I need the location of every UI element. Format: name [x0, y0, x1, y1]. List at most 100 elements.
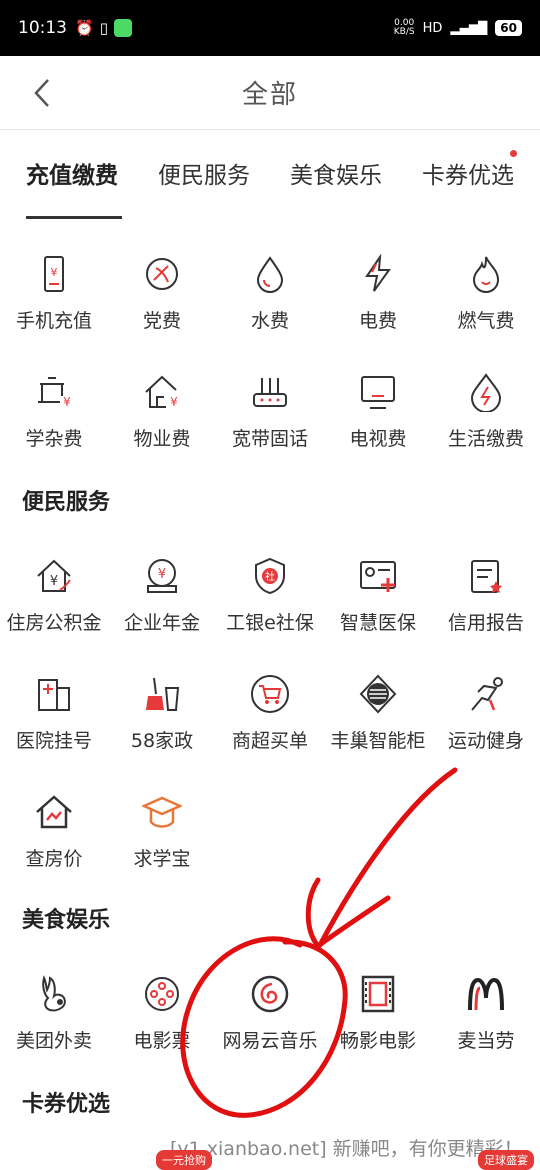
grid-item-label: 住房公积金	[6, 612, 102, 634]
grid-item-social-security[interactable]: 社 工银e社保	[216, 556, 324, 666]
phone-recharge-icon: ¥	[44, 256, 64, 292]
grid-item-meituan[interactable]: 美团外卖	[0, 974, 108, 1084]
wechat-icon	[113, 19, 132, 37]
grid-item-label: 58家政	[130, 730, 194, 752]
film-reel-icon	[145, 977, 179, 1011]
watermark-text: [y1.xianbao.net] 新赚吧，有你更精彩！	[170, 1138, 523, 1160]
grid-item-label: 物业费	[133, 428, 191, 450]
router-icon	[253, 378, 287, 407]
grid-item-medical-insurance[interactable]: 智慧医保	[324, 556, 432, 666]
grid-item-mcdonalds[interactable]: 麦当劳	[432, 974, 540, 1084]
signal-icon: ▂▄▆█	[450, 21, 488, 35]
medical-insurance-icon	[360, 561, 396, 592]
section-title-service: 便民服务	[22, 490, 111, 515]
tv-icon	[361, 376, 395, 409]
grid-item-tv-fee[interactable]: 电视费	[324, 372, 432, 482]
grid-item-label: 丰巢智能柜	[330, 730, 426, 752]
grid-item-label: 手机充值	[15, 310, 92, 332]
page-header: 全部	[0, 56, 540, 130]
page-title: 全部	[241, 80, 298, 110]
promo-badge-left[interactable]: 一元抢购	[156, 1150, 212, 1170]
grid-item-housekeeping[interactable]: 58家政	[108, 674, 216, 784]
grid-item-netease-music[interactable]: 网易云音乐	[216, 974, 324, 1084]
svg-text:社: 社	[265, 570, 275, 583]
flame-icon	[472, 256, 500, 293]
grid-item-label: 网易云音乐	[222, 1030, 318, 1052]
grid-item-label: 党费	[142, 310, 181, 332]
grid-item-label: 宽带固话	[231, 428, 308, 450]
grid-item-label: 美团外卖	[15, 1030, 92, 1052]
grid-item-label: 信用报告	[447, 612, 524, 634]
svg-text:¥: ¥	[51, 266, 58, 279]
grid-item-water-fee[interactable]: 水费	[216, 254, 324, 364]
back-arrow-icon[interactable]	[28, 76, 58, 110]
hd-label: HD	[422, 20, 443, 36]
grid-item-label: 商超买单	[231, 730, 308, 752]
grid-item-supermarket[interactable]: 商超买单	[216, 674, 324, 784]
school-fee-icon: ¥	[38, 377, 71, 409]
grid-item-house-price[interactable]: 查房价	[0, 792, 108, 902]
annuity-icon: ¥	[147, 559, 177, 593]
mcdonalds-icon	[468, 977, 504, 1011]
shopping-cart-icon	[251, 675, 289, 713]
grid-item-label: 水费	[250, 310, 289, 332]
grid-item-party-fee[interactable]: 党费	[108, 254, 216, 364]
tab-food[interactable]: 美食娱乐	[290, 156, 382, 190]
status-bar: 10:13 ⏰ ▯ 0.00 KB/S HD ▂▄▆█ 60	[0, 0, 540, 56]
smart-locker-icon	[359, 674, 397, 714]
speed-unit: KB/S	[393, 27, 415, 37]
section-title-food: 美食娱乐	[22, 908, 111, 933]
grid-item-credit-report[interactable]: 信用报告	[432, 556, 540, 666]
grid-item-gas-fee[interactable]: 燃气费	[432, 254, 540, 364]
social-security-icon: 社	[255, 557, 285, 595]
grid-item-movie-ticket[interactable]: 电影票	[108, 974, 216, 1084]
grid-item-label: 麦当劳	[457, 1030, 515, 1052]
grid-item-property-fee[interactable]: ¥ 物业费	[108, 372, 216, 482]
grid-item-school-fee[interactable]: ¥ 学杂费	[0, 372, 108, 482]
grid-item-label: 畅影电影	[339, 1030, 416, 1052]
water-drop-icon	[256, 256, 284, 293]
new-dot-badge	[510, 150, 517, 157]
grid-item-changying-movie[interactable]: 畅影电影	[324, 974, 432, 1084]
grid-item-label: 查房价	[25, 848, 83, 870]
grid-item-label: 燃气费	[457, 310, 515, 332]
grid-item-label: 企业年金	[123, 612, 200, 634]
svg-text:¥: ¥	[158, 567, 166, 582]
grid-item-smart-locker[interactable]: 丰巢智能柜	[324, 674, 432, 784]
grid-item-label: 电费	[358, 310, 397, 332]
svg-text:¥: ¥	[63, 395, 71, 409]
grid-item-broadband[interactable]: 宽带固话	[216, 372, 324, 482]
grid-item-label: 智慧医保	[339, 612, 416, 634]
hospital-icon	[38, 679, 70, 711]
film-strip-icon	[361, 975, 395, 1013]
category-tabs: 充值缴费 便民服务 美食娱乐 卡券优选	[0, 150, 540, 222]
grid-item-electric-fee[interactable]: 电费	[324, 254, 432, 364]
status-icons: ⏰ ▯	[75, 19, 132, 37]
grid-item-education[interactable]: 求学宝	[108, 792, 216, 902]
grid-item-label: 医院挂号	[15, 730, 92, 752]
tab-coupon[interactable]: 卡券优选	[422, 156, 514, 190]
battery-icon: 60	[495, 20, 522, 36]
property-fee-icon: ¥	[145, 375, 178, 409]
graduation-cap-icon	[142, 796, 182, 828]
grid-item-hospital[interactable]: 医院挂号	[0, 674, 108, 784]
status-right: 0.00 KB/S HD ▂▄▆█ 60	[394, 19, 522, 37]
vibrate-icon: ▯	[99, 19, 108, 37]
tab-service[interactable]: 便民服务	[158, 156, 250, 190]
grid-item-life-fee[interactable]: 生活缴费	[432, 372, 540, 482]
section-title-coupon: 卡券优选	[22, 1092, 111, 1117]
housekeeping-icon	[146, 677, 180, 711]
grid-item-phone-recharge[interactable]: ¥ 手机充值	[0, 254, 108, 364]
life-fee-icon	[470, 373, 502, 412]
lightning-icon	[365, 254, 391, 292]
grid-item-label: 学杂费	[25, 428, 83, 450]
tab-recharge[interactable]: 充值缴费	[26, 156, 118, 190]
grid-item-annuity[interactable]: ¥ 企业年金	[108, 556, 216, 666]
running-icon	[471, 677, 503, 711]
promo-badge-right[interactable]: 足球盛宴	[478, 1150, 534, 1170]
grid-item-housing-fund[interactable]: ¥ 住房公积金	[0, 556, 108, 666]
alarm-icon: ⏰	[75, 19, 94, 37]
grid-item-label: 工银e社保	[226, 612, 314, 634]
grid-item-fitness[interactable]: 运动健身	[432, 674, 540, 784]
grid-item-label: 电视费	[349, 428, 407, 450]
